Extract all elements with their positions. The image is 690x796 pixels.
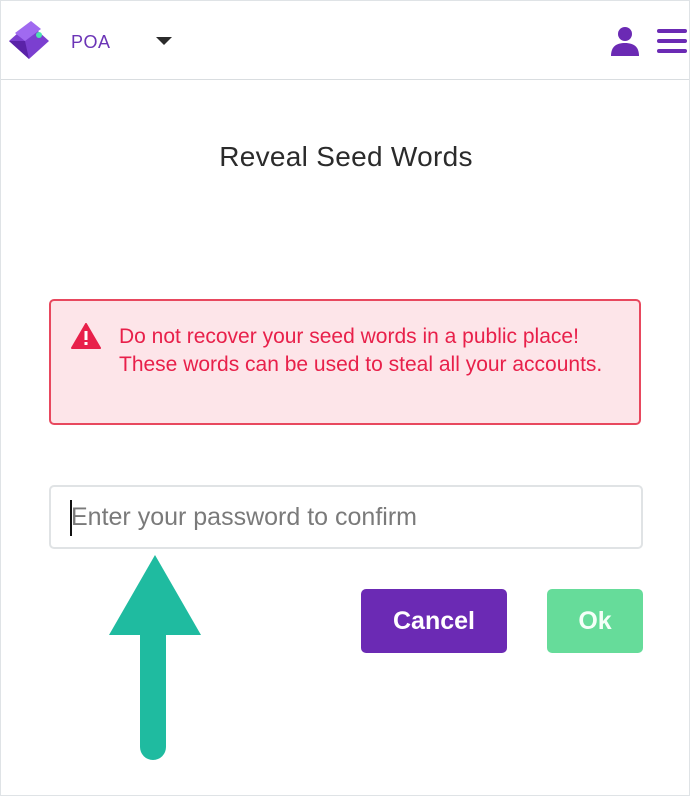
ok-button[interactable]: Ok (547, 589, 643, 653)
caret-down-icon[interactable] (155, 35, 173, 47)
app-header: POA (1, 1, 689, 80)
page-title: Reveal Seed Words (219, 141, 473, 172)
wallet-logo-icon (9, 21, 49, 59)
cancel-button[interactable]: Cancel (361, 589, 507, 653)
warning-alert: Do not recover your seed words in a publ… (49, 299, 641, 425)
warning-text: Do not recover your seed words in a publ… (119, 325, 603, 376)
password-input[interactable] (49, 485, 643, 549)
network-label[interactable]: POA (71, 32, 111, 53)
warning-triangle-icon (71, 323, 101, 349)
app-frame: POA Reveal Seed Words Do not recover you… (0, 0, 690, 796)
hamburger-menu-icon[interactable] (657, 27, 687, 55)
annotation-arrow-icon (109, 555, 201, 760)
text-cursor (70, 500, 72, 536)
account-icon[interactable] (609, 25, 641, 57)
